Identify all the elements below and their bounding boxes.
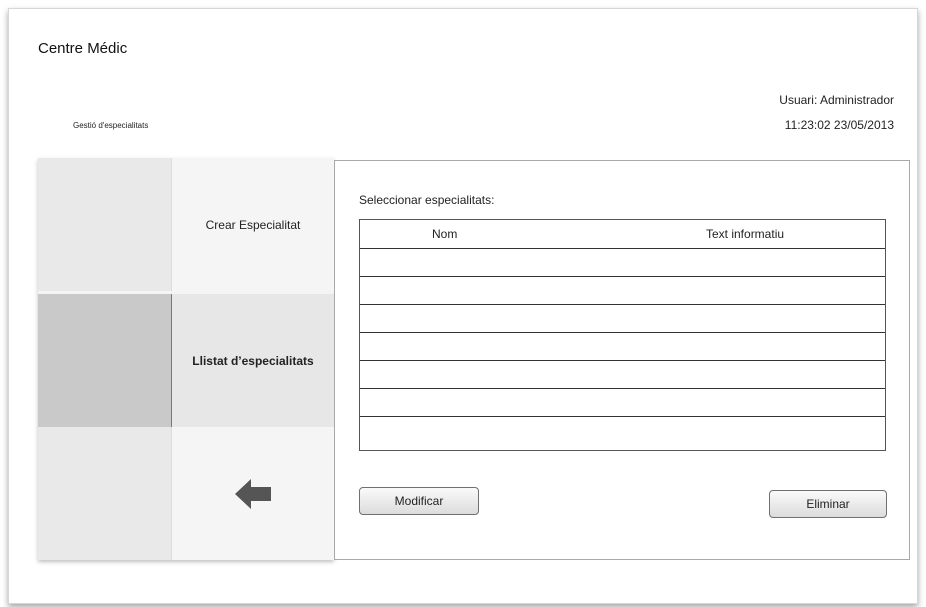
select-label: Seleccionar especialitats: (359, 193, 495, 207)
table-header: Nom Text informatiu (360, 220, 885, 249)
llistat-especialitats-button[interactable]: Llistat d’especialitats (171, 294, 334, 427)
modify-button[interactable]: Modificar (359, 487, 479, 515)
table-row[interactable] (360, 389, 885, 417)
column-header-text-informatiu: Text informatiu (706, 227, 785, 241)
table-row[interactable] (360, 249, 885, 277)
sidebar-stub-active (38, 294, 171, 427)
back-button[interactable] (171, 427, 334, 560)
app-title: Centre Médic (38, 40, 128, 57)
sidebar-row-back (38, 427, 334, 560)
sidebar-stub (38, 427, 171, 560)
table-row[interactable] (360, 361, 885, 389)
datetime-label: 11:23:02 23/05/2013 (784, 118, 894, 132)
table-row[interactable] (360, 417, 885, 447)
sidebar-row-llistat: Llistat d’especialitats (38, 294, 334, 427)
sidebar-row-crear: Crear Especialitat (38, 158, 334, 291)
section-title: Gestió d'especialitats (73, 121, 149, 130)
table-row[interactable] (360, 277, 885, 305)
specialities-table: Nom Text informatiu (359, 219, 886, 451)
arrow-left-icon (235, 478, 271, 509)
table-row[interactable] (360, 305, 885, 333)
column-header-nom: Nom (432, 227, 458, 241)
crear-especialitat-button[interactable]: Crear Especialitat (171, 158, 334, 291)
delete-button[interactable]: Eliminar (769, 490, 887, 518)
sidebar: Crear Especialitat Llistat d’especialita… (38, 158, 334, 560)
sidebar-stub (38, 158, 171, 291)
user-label: Usuari: Administrador (779, 93, 894, 107)
main-panel: Seleccionar especialitats: Nom Text info… (334, 160, 910, 560)
table-row[interactable] (360, 333, 885, 361)
